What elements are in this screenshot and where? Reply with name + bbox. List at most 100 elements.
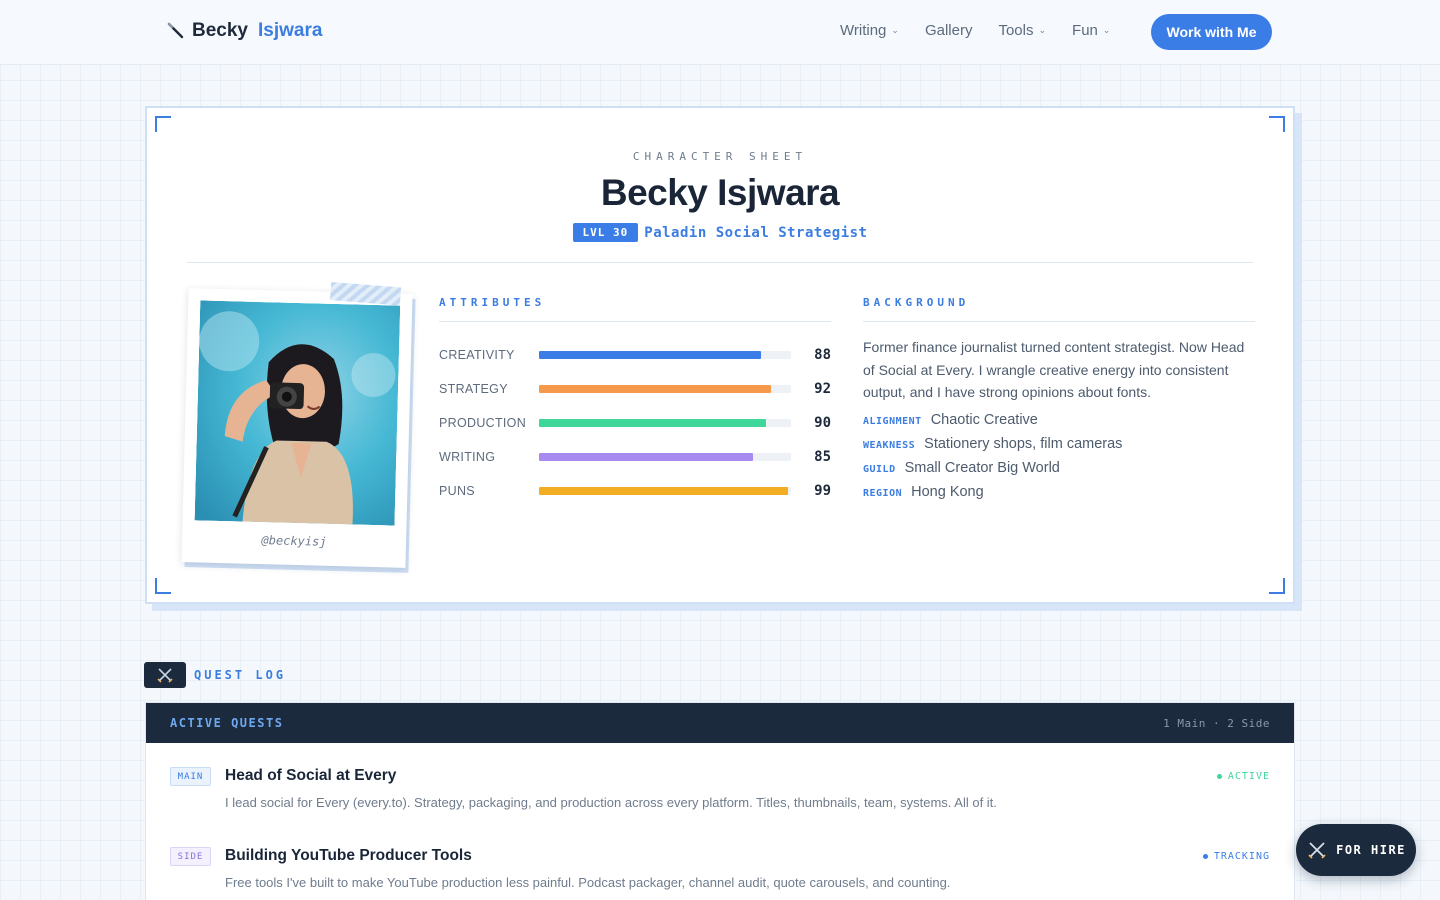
top-nav: Becky Isjwara Writing ⌄ Gallery Tools ⌄ … (0, 0, 1440, 65)
attribute-list: CREATIVITY 88 STRATEGY 92 PRODUCTION 90 WRITIN… (439, 338, 831, 508)
background-section: BACKGROUND Former finance journalist tur… (863, 296, 1255, 500)
nav-writing[interactable]: Writing ⌄ (840, 22, 899, 39)
attribute-name: CREATIVITY (439, 348, 515, 362)
attribute-bar-fill (539, 487, 789, 495)
site-logo[interactable]: Becky Isjwara (166, 20, 322, 42)
corner-bracket (155, 116, 171, 132)
quest-description: Free tools I've built to make YouTube pr… (225, 875, 951, 890)
quest-title: Head of Social at Every (225, 767, 397, 784)
corner-bracket (1269, 116, 1285, 132)
chevron-down-icon: ⌄ (1038, 25, 1047, 35)
bio-text: Former finance journalist turned content… (863, 339, 1245, 400)
tape-strip (329, 282, 402, 306)
fact-value: Chaotic Creative (930, 411, 1038, 428)
quest-panel-header: ACTIVE QUESTS 1 Main · 2 Side (146, 703, 1294, 743)
quest-tag: MAIN (170, 767, 211, 786)
attribute-bar-fill (539, 351, 761, 359)
attribute-bar-fill (539, 419, 766, 427)
attributes-section: ATTRIBUTES CREATIVITY 88 STRATEGY 92 PRODUCT… (439, 296, 831, 508)
attribute-value: 90 (814, 415, 831, 431)
nav-gallery-label: Gallery (924, 22, 973, 39)
fact-key: ALIGNMENT (863, 415, 922, 427)
crossed-swords-icon (157, 668, 173, 683)
attribute-name: PRODUCTION (439, 416, 527, 430)
status-dot-icon (1216, 774, 1222, 779)
for-hire-button[interactable]: FOR HIRE (1296, 824, 1416, 876)
attribute-value: 88 (814, 347, 831, 363)
crossed-swords-icon (1308, 842, 1326, 859)
attribute-bar (539, 453, 791, 461)
attribute-bar-fill (539, 385, 771, 393)
person-with-camera-illustration (194, 300, 401, 526)
fact-region: REGION Hong Kong (863, 484, 1255, 500)
status-dot-icon (1202, 854, 1208, 859)
nav-tools-label: Tools (998, 22, 1034, 39)
quest-tag: SIDE (170, 847, 211, 866)
active-quests-label: ACTIVE QUESTS (170, 716, 284, 730)
photo-caption: @beckyisj (261, 533, 327, 549)
corner-bracket (155, 578, 171, 594)
attribute-row: PUNS 99 (439, 474, 831, 508)
attribute-row: CREATIVITY 88 (439, 338, 831, 372)
nav-writing-label: Writing (840, 22, 887, 39)
nav-gallery[interactable]: Gallery (925, 22, 973, 39)
nav-fun-label: Fun (1072, 22, 1098, 39)
fact-value: Small Creator Big World (904, 459, 1060, 476)
divider (187, 262, 1253, 263)
attribute-value: 92 (814, 381, 831, 397)
nav-tools[interactable]: Tools ⌄ (998, 22, 1046, 39)
attribute-value: 85 (814, 449, 831, 465)
fact-value: Stationery shops, film cameras (924, 435, 1123, 452)
character-name: Becky Isjwara (600, 172, 840, 213)
divider (863, 321, 1255, 322)
quest-title: Building YouTube Producer Tools (225, 847, 472, 864)
character-sheet-card: CHARACTER SHEET Becky Isjwara LVL 30 Pal… (145, 106, 1295, 604)
attribute-row: STRATEGY 92 (439, 372, 831, 406)
fact-list: ALIGNMENT Chaotic Creative WEAKNESS Stat… (863, 412, 1255, 500)
attribute-bar (539, 385, 791, 393)
character-class: Paladin Social Strategist (644, 224, 868, 241)
fact-alignment: ALIGNMENT Chaotic Creative (863, 412, 1255, 428)
sword-icon (167, 22, 184, 39)
level-badge: LVL 30 (572, 223, 639, 242)
quest-status-label: TRACKING (1213, 851, 1270, 862)
quest-log-title: QUEST LOG (194, 668, 287, 682)
logo-last-name: Isjwara (258, 20, 323, 41)
chevron-down-icon: ⌄ (891, 25, 899, 35)
profile-polaroid: @beckyisj (181, 282, 413, 568)
nav-links: Writing ⌄ Gallery Tools ⌄ Fun ⌄ (840, 22, 1110, 39)
attribute-row: WRITING 85 (439, 440, 831, 474)
attribute-bar-fill (539, 453, 754, 461)
sheet-eyebrow: CHARACTER SHEET (632, 150, 808, 163)
attributes-heading: ATTRIBUTES (439, 296, 546, 309)
profile-photo (194, 300, 401, 526)
divider (439, 321, 831, 322)
attribute-bar (539, 419, 791, 427)
attribute-bar (539, 351, 791, 359)
class-line: LVL 30 Paladin Social Strategist (147, 223, 1293, 242)
quest-status-label: ACTIVE (1227, 771, 1270, 782)
quest-log-badge (144, 662, 186, 688)
attribute-name: STRATEGY (439, 382, 508, 396)
attribute-name: WRITING (439, 450, 496, 464)
work-with-me-button[interactable]: Work with Me (1151, 14, 1272, 50)
attribute-bar (539, 487, 791, 495)
quest-status: TRACKING (1202, 851, 1270, 862)
quest-count: 1 Main · 2 Side (1163, 716, 1270, 730)
nav-fun[interactable]: Fun ⌄ (1072, 22, 1110, 39)
corner-bracket (1269, 578, 1285, 594)
fact-guild: GUILD Small Creator Big World (863, 460, 1255, 476)
attribute-row: PRODUCTION 90 (439, 406, 831, 440)
fact-key: WEAKNESS (863, 439, 916, 451)
fact-value: Hong Kong (911, 483, 984, 500)
fact-key: GUILD (863, 463, 896, 475)
fact-weakness: WEAKNESS Stationery shops, film cameras (863, 436, 1255, 452)
quest-panel: ACTIVE QUESTS 1 Main · 2 Side MAIN Head … (145, 702, 1295, 900)
logo-first-name: Becky (192, 20, 248, 41)
attribute-name: PUNS (439, 484, 475, 498)
for-hire-label: FOR HIRE (1336, 843, 1406, 857)
quest-status: ACTIVE (1216, 771, 1270, 782)
quest-description: I lead social for Every (every.to). Stra… (225, 795, 997, 810)
background-heading: BACKGROUND (863, 296, 970, 309)
fact-key: REGION (863, 487, 903, 499)
